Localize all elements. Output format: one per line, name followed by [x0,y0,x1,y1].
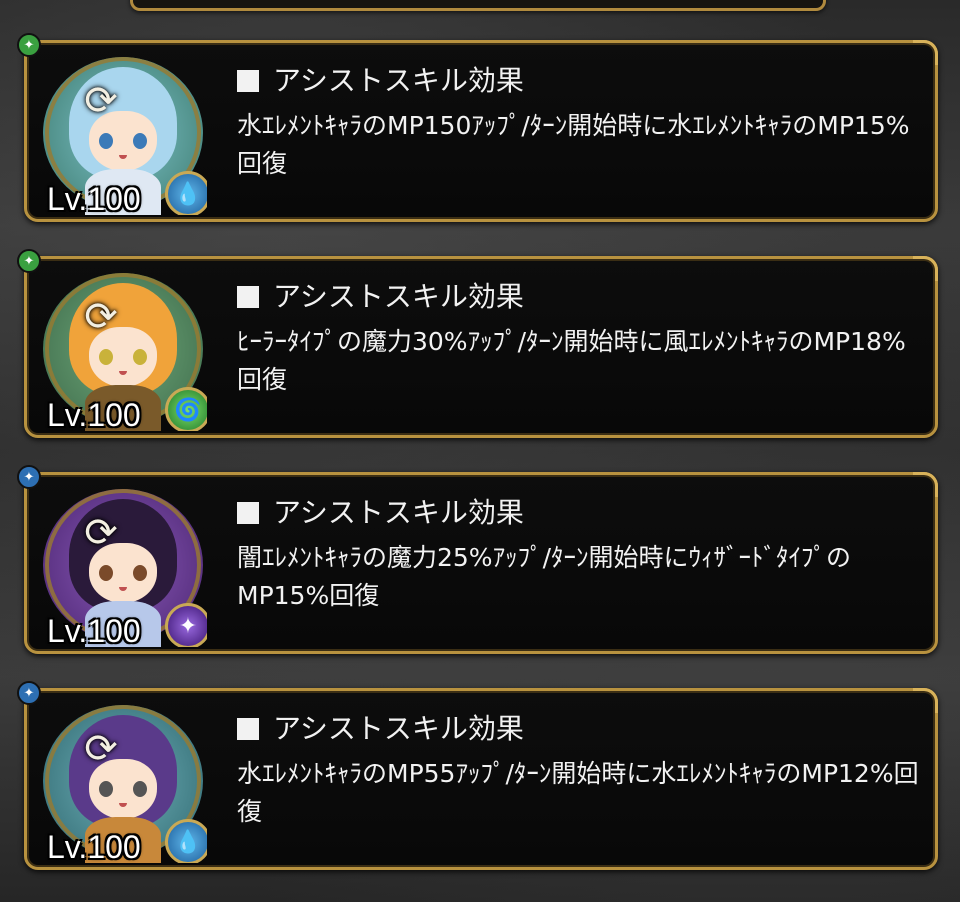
top-panel-frame: ◆ ◆ [130,0,826,11]
character-level: Lv.100 [47,397,141,431]
character-portrait[interactable]: ⟳ Lv.100 💧 [39,699,207,863]
skill-title-text: アシストスキル効果 [273,712,524,745]
water-drop-icon: 💧 [165,819,207,863]
skill-section-title: アシストスキル効果 [237,491,524,531]
character-portrait[interactable]: ⟳ Lv.100 ✦ [39,483,207,647]
skill-description: 闇ｴﾚﾒﾝﾄｷｬﾗの魔力25%ｱｯﾌﾟ/ﾀｰﾝ開始時にｳｨｻﾞｰﾄﾞﾀｲﾌﾟのM… [237,543,851,610]
character-level: Lv.100 [47,829,141,863]
character-portrait[interactable]: ⟳ Lv.100 🌀 [39,267,207,431]
blue-emblem-icon: ✦ [17,681,41,705]
skill-title-text: アシストスキル効果 [273,280,524,313]
skill-section-title: アシストスキル効果 [237,275,524,315]
water-drop-icon: 💧 [165,171,207,215]
assist-cycle-icon: ⟳ [84,78,118,124]
skill-title-text: アシストスキル効果 [273,496,524,529]
character-level: Lv.100 [47,181,141,215]
assist-skill-card[interactable]: ✦ ⟳ Lv.100 ✦ アシストスキル効果 闇ｴﾚﾒﾝﾄｷｬﾗの魔力25%ｱｯ… [17,465,938,654]
skill-description: 水ｴﾚﾒﾝﾄｷｬﾗのMP150ｱｯﾌﾟ/ﾀｰﾝ開始時に水ｴﾚﾒﾝﾄｷｬﾗのMP1… [237,111,910,178]
green-emblem-icon: ✦ [17,33,41,57]
assist-cycle-icon: ⟳ [84,510,118,556]
character-portrait[interactable]: ⟳ Lv.100 💧 [39,51,207,215]
skill-section-title: アシストスキル効果 [237,59,524,99]
dark-star-icon: ✦ [165,603,207,647]
assist-cycle-icon: ⟳ [84,294,118,340]
skill-description: ﾋｰﾗｰﾀｲﾌﾟの魔力30%ｱｯﾌﾟ/ﾀｰﾝ開始時に風ｴﾚﾒﾝﾄｷｬﾗのMP18… [237,327,906,394]
character-level: Lv.100 [47,613,141,647]
wind-swirl-icon: 🌀 [165,387,207,431]
assist-skill-card[interactable]: ✦ ⟳ Lv.100 💧 アシストスキル効果 水ｴﾚﾒﾝﾄｷｬﾗのMP55ｱｯﾌ… [17,681,938,870]
skill-description: 水ｴﾚﾒﾝﾄｷｬﾗのMP55ｱｯﾌﾟ/ﾀｰﾝ開始時に水ｴﾚﾒﾝﾄｷｬﾗのMP12… [237,759,919,826]
assist-cycle-icon: ⟳ [84,726,118,772]
assist-skill-card[interactable]: ✦ ⟳ Lv.100 💧 アシストスキル効果 水ｴﾚﾒﾝﾄｷｬﾗのMP150ｱｯ… [17,33,938,222]
skill-section-title: アシストスキル効果 [237,707,524,747]
blue-emblem-icon: ✦ [17,465,41,489]
skill-title-text: アシストスキル効果 [273,64,524,97]
green-emblem-icon: ✦ [17,249,41,273]
assist-skill-card[interactable]: ✦ ⟳ Lv.100 🌀 アシストスキル効果 ﾋｰﾗｰﾀｲﾌﾟの魔力30%ｱｯﾌ… [17,249,938,438]
